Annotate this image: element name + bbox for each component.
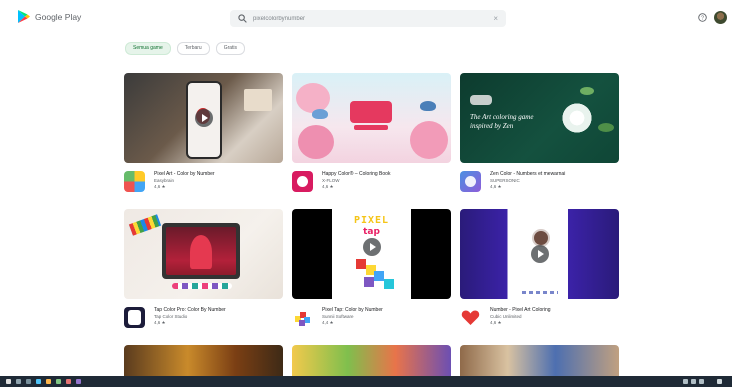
app-developer: Easybrain xyxy=(154,178,175,183)
app-rating: 4,6 ★ xyxy=(154,320,166,326)
help-icon[interactable]: ? xyxy=(698,13,707,22)
play-logo-icon xyxy=(18,10,30,23)
app-card[interactable]: PIXEL tap Pixel Tap: Color by Number Sun… xyxy=(292,209,451,339)
app-banner[interactable] xyxy=(124,345,283,376)
star-icon: ★ xyxy=(161,320,166,325)
top-app-bar: Google Play × ? xyxy=(0,0,732,36)
heart-icon xyxy=(461,310,480,325)
app-taskbar-icon[interactable] xyxy=(76,379,81,384)
filter-chips: Semua game Terbaru Gratis xyxy=(125,42,246,55)
app-card[interactable]: Number - Pixel Art Coloring Cubic Unlimi… xyxy=(460,209,619,339)
rating-value: 4,6 xyxy=(154,184,161,189)
app-banner[interactable]: The Art coloring game inspired by Zen xyxy=(460,73,619,163)
browser-icon[interactable] xyxy=(36,379,41,384)
banner-headline: The Art coloring game inspired by Zen xyxy=(470,113,534,130)
app-icon[interactable] xyxy=(292,171,313,192)
app-rating: 4,6 ★ xyxy=(490,184,502,190)
app-taskbar-icon[interactable] xyxy=(66,379,71,384)
app-title[interactable]: Number - Pixel Art Coloring xyxy=(490,307,551,313)
search-bar[interactable]: × xyxy=(230,10,506,27)
app-card[interactable]: Happy Color® – Coloring Book X-FLOW 4,6 … xyxy=(292,73,451,203)
app-card[interactable]: Pixel Art - Color by Number Easybrain 4,… xyxy=(124,73,283,203)
account-avatar[interactable] xyxy=(714,11,727,24)
app-banner[interactable] xyxy=(460,345,619,376)
app-card[interactable]: The Art coloring game inspired by Zen Ze… xyxy=(460,73,619,203)
app-title[interactable]: Tap Color Pro: Color By Number xyxy=(154,307,226,313)
os-taskbar xyxy=(0,376,732,387)
app-developer: X-FLOW xyxy=(322,178,340,183)
close-icon[interactable]: × xyxy=(493,14,498,23)
app-banner[interactable] xyxy=(460,209,619,299)
app-developer: Tap Color Studio xyxy=(154,314,188,319)
banner-title-tap: tap xyxy=(363,227,380,237)
search-taskbar-icon[interactable] xyxy=(16,379,21,384)
app-icon[interactable] xyxy=(292,307,313,328)
svg-text:?: ? xyxy=(701,16,704,22)
app-developer: SUPERSONIC xyxy=(490,178,520,183)
app-rating: 4,6 ★ xyxy=(322,184,334,190)
app-rating: 4,6 ★ xyxy=(154,184,166,190)
logo-text: Google Play xyxy=(35,11,82,22)
rating-value: 4,4 xyxy=(322,320,329,325)
tray-icon[interactable] xyxy=(683,379,688,384)
banner-title-pixel: PIXEL xyxy=(353,215,390,226)
chip-free[interactable]: Gratis xyxy=(215,42,246,55)
tray-icon[interactable] xyxy=(699,379,704,384)
star-icon: ★ xyxy=(497,320,502,325)
start-icon[interactable] xyxy=(6,379,11,384)
play-video-button[interactable] xyxy=(362,237,381,256)
star-icon: ★ xyxy=(161,184,166,189)
app-rating: 4,6 ★ xyxy=(490,320,502,326)
chip-newest[interactable]: Terbaru xyxy=(176,42,210,55)
app-title[interactable]: Happy Color® – Coloring Book xyxy=(322,171,390,177)
app-icon[interactable] xyxy=(124,307,145,328)
app-banner[interactable] xyxy=(124,209,283,299)
app-icon[interactable] xyxy=(460,171,481,192)
app-card[interactable]: Tap Color Pro: Color By Number Tap Color… xyxy=(124,209,283,339)
rating-value: 4,6 xyxy=(322,184,329,189)
app-title[interactable]: Zen Color - Numbers et mewarnai xyxy=(490,171,565,177)
search-icon[interactable] xyxy=(238,14,247,23)
star-icon: ★ xyxy=(497,184,502,189)
app-title[interactable]: Pixel Tap: Color by Number xyxy=(322,307,383,313)
tray-icon[interactable] xyxy=(691,379,696,384)
app-banner[interactable] xyxy=(292,345,451,376)
app-icon[interactable] xyxy=(460,307,481,328)
search-input[interactable] xyxy=(253,15,483,22)
app-banner[interactable] xyxy=(292,73,451,163)
play-video-button[interactable] xyxy=(194,109,213,127)
rating-value: 4,6 xyxy=(490,184,497,189)
app-rating: 4,4 ★ xyxy=(322,320,334,326)
app-title[interactable]: Pixel Art - Color by Number xyxy=(154,171,215,177)
app-taskbar-icon[interactable] xyxy=(56,379,61,384)
play-video-button[interactable] xyxy=(530,245,549,263)
clock-icon[interactable] xyxy=(717,379,722,384)
star-icon: ★ xyxy=(329,184,334,189)
app-banner[interactable]: PIXEL tap xyxy=(292,209,451,299)
rating-value: 4,6 xyxy=(490,320,497,325)
app-banner[interactable] xyxy=(124,73,283,163)
taskview-icon[interactable] xyxy=(26,379,31,384)
star-icon: ★ xyxy=(329,320,334,325)
folder-icon[interactable] xyxy=(46,379,51,384)
app-developer: Cubic Unlimited xyxy=(490,314,522,319)
rating-value: 4,6 xyxy=(154,320,161,325)
google-play-logo[interactable]: Google Play xyxy=(18,10,81,23)
app-icon[interactable] xyxy=(124,171,145,192)
app-developer: Sunnii Software xyxy=(322,314,354,319)
chip-all-games[interactable]: Semua game xyxy=(125,42,171,55)
